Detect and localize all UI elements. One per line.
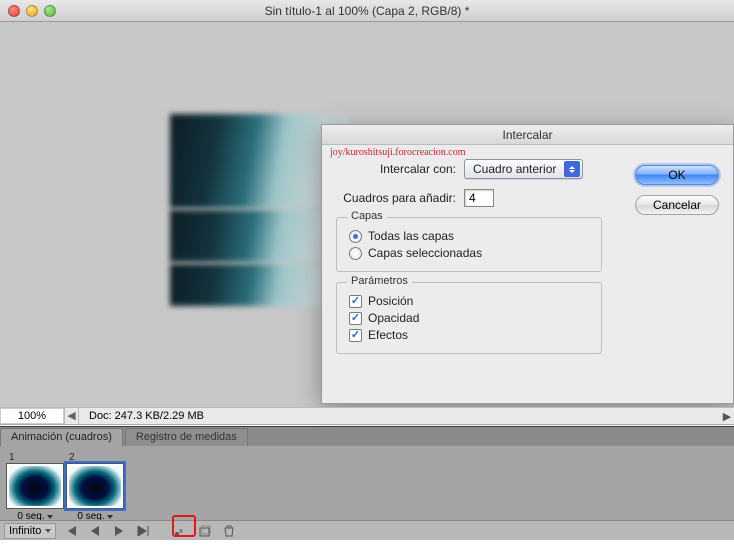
window-titlebar: Sin título-1 al 100% (Capa 2, RGB/8) * [0,0,734,22]
status-chevron-left-icon[interactable]: ◀ [65,408,79,424]
tab-measurement-log[interactable]: Registro de medidas [125,428,248,446]
loop-mode-select[interactable]: Infinito [4,523,56,539]
checkbox-opacity[interactable]: Opacidad [349,311,589,325]
checkbox-icon [349,329,362,342]
radio-selected-layers-label: Capas seleccionadas [368,246,482,260]
zoom-level-field[interactable]: 100% [0,408,65,424]
checkbox-effects[interactable]: Efectos [349,328,589,342]
chevron-down-icon [45,529,51,533]
delete-frame-button[interactable] [220,523,238,539]
radio-icon [349,230,362,243]
animation-frames: 1 0 seg. 2 0 seg. [0,446,734,522]
parameters-legend: Parámetros [347,275,412,287]
document-info: Doc: 247.3 KB/2.29 MB [79,410,720,422]
status-chevron-right-icon[interactable]: ▶ [720,410,734,423]
layers-fieldset: Capas Todas las capas Capas seleccionada… [336,217,602,272]
animation-panel: 1 0 seg. 2 0 seg. [0,446,734,520]
checkbox-icon [349,312,362,325]
tween-frames-button[interactable] [172,523,190,539]
frame-number: 1 [6,452,64,463]
tween-dialog: Intercalar joy/kuroshitsuji.forocreacion… [321,124,734,404]
first-frame-button[interactable] [62,523,80,539]
frame-number: 2 [66,452,124,463]
radio-all-layers-label: Todas las capas [368,229,454,243]
tween-with-value: Cuadro anterior [473,162,556,176]
checkbox-position-label: Posición [368,294,413,308]
dialog-title: Intercalar [322,125,733,145]
select-arrows-icon [564,161,580,177]
tween-with-label: Intercalar con: [336,162,456,176]
checkbox-icon [349,295,362,308]
frame-thumbnail[interactable] [66,463,124,509]
tween-with-select[interactable]: Cuadro anterior [464,159,583,179]
chevron-down-icon [47,515,53,519]
panel-tabstrip: Animación (cuadros) Registro de medidas [0,426,734,446]
tab-animation[interactable]: Animación (cuadros) [0,428,123,446]
radio-all-layers[interactable]: Todas las capas [349,229,589,243]
radio-icon [349,247,362,260]
radio-selected-layers[interactable]: Capas seleccionadas [349,246,589,260]
frames-to-add-label: Cuadros para añadir: [336,191,456,205]
parameters-fieldset: Parámetros Posición Opacidad Efectos [336,282,602,354]
checkbox-position[interactable]: Posición [349,294,589,308]
play-button[interactable] [110,523,128,539]
frames-to-add-input[interactable] [464,189,494,207]
checkbox-opacity-label: Opacidad [368,311,419,325]
checkbox-effects-label: Efectos [368,328,408,342]
status-bar: 100% ◀ Doc: 247.3 KB/2.29 MB ▶ [0,407,734,425]
animation-controls-bar: Infinito [0,520,734,540]
window-title: Sin título-1 al 100% (Capa 2, RGB/8) * [0,4,734,18]
next-frame-button[interactable] [134,523,152,539]
layers-legend: Capas [347,210,387,222]
duplicate-frame-button[interactable] [196,523,214,539]
loop-mode-value: Infinito [9,525,41,537]
animation-frame[interactable]: 1 0 seg. [6,452,64,522]
chevron-down-icon [107,515,113,519]
animation-frame[interactable]: 2 0 seg. [66,452,124,522]
prev-frame-button[interactable] [86,523,104,539]
frame-thumbnail[interactable] [6,463,64,509]
document-canvas[interactable]: Intercalar joy/kuroshitsuji.forocreacion… [0,22,734,422]
